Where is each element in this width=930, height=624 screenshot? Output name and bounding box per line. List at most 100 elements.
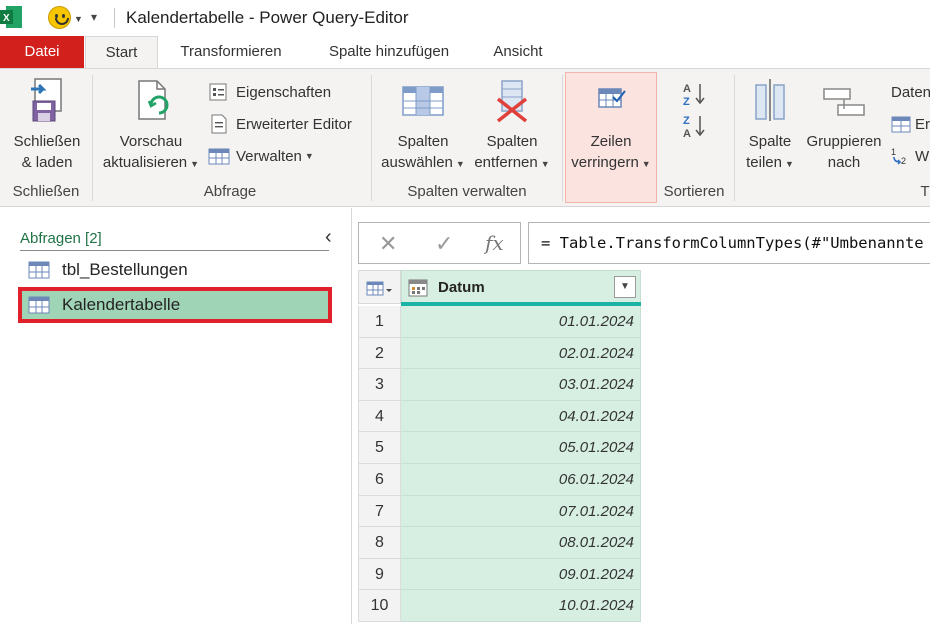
datum-cell[interactable]: 04.01.2024: [401, 400, 641, 433]
datum-cell[interactable]: 10.01.2024: [401, 590, 641, 622]
table-row[interactable]: 8 08.01.2024: [358, 527, 641, 559]
queries-pane: Abfragen [2] ‹ tbl_Bestellungen Kalender…: [0, 208, 352, 624]
collapse-pane-icon[interactable]: ‹: [325, 226, 332, 249]
chevron-down-icon: ▼: [455, 159, 465, 169]
group-label-transform: T: [920, 183, 930, 200]
table-row[interactable]: 7 07.01.2024: [358, 495, 641, 528]
table-icon: [28, 296, 50, 314]
remove-columns-button[interactable]: Spalten entfernen ▼: [468, 75, 556, 175]
filter-dropdown-icon[interactable]: ▼: [614, 276, 636, 298]
table-row[interactable]: 9 09.01.2024: [358, 558, 641, 591]
datum-cell[interactable]: 08.01.2024: [401, 527, 641, 559]
datum-cell[interactable]: 06.01.2024: [401, 464, 641, 496]
chevron-down-icon: ▼: [540, 159, 550, 169]
remove-columns-label2-row: entfernen ▼: [468, 152, 556, 175]
row-number[interactable]: 9: [358, 558, 401, 591]
tab-ansicht[interactable]: Ansicht: [478, 36, 558, 69]
row-number[interactable]: 6: [358, 464, 401, 496]
divider: [562, 75, 563, 201]
row-number[interactable]: 1: [358, 306, 401, 338]
choose-columns-button[interactable]: Spalten auswählen ▼: [378, 75, 468, 175]
datum-cell[interactable]: 09.01.2024: [401, 558, 641, 591]
table-row[interactable]: 6 06.01.2024: [358, 464, 641, 496]
datum-cell[interactable]: 03.01.2024: [401, 369, 641, 401]
choose-columns-label2-row: auswählen ▼: [378, 152, 468, 175]
split-column-icon: [748, 75, 792, 125]
row-number[interactable]: 3: [358, 369, 401, 401]
advanced-editor-button[interactable]: Erweiterter Editor: [208, 112, 352, 136]
refresh-preview-button[interactable]: Vorschau aktualisieren ▼: [100, 75, 202, 175]
date-type-icon[interactable]: [408, 279, 428, 297]
row-number[interactable]: 7: [358, 495, 401, 528]
table-row[interactable]: 5 05.01.2024: [358, 432, 641, 464]
fx-icon[interactable]: fx: [485, 231, 504, 255]
split-column-button[interactable]: Spalte teilen ▼: [740, 75, 800, 175]
close-and-load-button[interactable]: Schließen & laden: [8, 75, 86, 173]
group-label-manage-columns: Spalten verwalten: [407, 183, 527, 200]
table-row[interactable]: 4 04.01.2024: [358, 400, 641, 433]
table-row[interactable]: 10 10.01.2024: [358, 590, 641, 622]
cancel-formula-icon[interactable]: ✕: [379, 231, 397, 257]
chevron-down-icon[interactable]: ▼: [74, 14, 83, 24]
replace-values-icon: 12: [891, 146, 913, 166]
group-label-query: Abfrage: [203, 183, 257, 200]
tab-datei[interactable]: Datei: [0, 36, 84, 69]
manage-table-icon: [208, 146, 230, 166]
table-row[interactable]: 2 02.01.2024: [358, 337, 641, 370]
first-row-headers-button[interactable]: Er: [891, 112, 930, 136]
manage-button[interactable]: Verwalten ▼: [208, 144, 314, 168]
tab-start[interactable]: Start: [85, 36, 158, 69]
group-by-button[interactable]: Gruppieren nach: [802, 75, 886, 173]
chevron-down-icon: ▼: [784, 159, 794, 169]
reduce-rows-icon: [589, 75, 633, 125]
sort-descending-icon[interactable]: ZA: [683, 113, 707, 140]
row-number[interactable]: 8: [358, 527, 401, 559]
sort-ascending-icon[interactable]: AZ: [683, 81, 707, 108]
chevron-down-icon: ▼: [304, 151, 314, 161]
customize-toolbar-icon[interactable]: ▾: [91, 10, 97, 24]
confirm-formula-icon[interactable]: ✓: [435, 231, 453, 257]
row-number[interactable]: 4: [358, 400, 401, 433]
datum-cell[interactable]: 05.01.2024: [401, 432, 641, 464]
data-type-button[interactable]: Daten: [891, 80, 930, 104]
split-column-label2-row: teilen ▼: [740, 152, 800, 175]
close-and-load-label1: Schließen: [13, 133, 81, 150]
datum-cell[interactable]: 02.01.2024: [401, 337, 641, 370]
properties-icon: [208, 82, 230, 102]
divider: [20, 250, 329, 251]
reduce-rows-label2: verringern: [571, 154, 639, 171]
query-item-tbl-bestellungen[interactable]: tbl_Bestellungen: [20, 254, 330, 286]
row-number[interactable]: 2: [358, 337, 401, 370]
data-type-label: Daten: [891, 83, 930, 101]
window-title: Kalendertabelle - Power Query-Editor: [126, 8, 409, 27]
split-column-label1: Spalte: [748, 133, 792, 150]
reduce-rows-button[interactable]: Zeilen verringern ▼: [566, 75, 656, 175]
datum-cell[interactable]: 01.01.2024: [401, 306, 641, 338]
replace-values-label: W: [915, 147, 930, 165]
row-number[interactable]: 5: [358, 432, 401, 464]
table-row[interactable]: 1 01.01.2024: [358, 306, 641, 338]
tab-transformieren[interactable]: Transformieren: [162, 36, 300, 69]
chevron-down-icon: ▼: [190, 159, 200, 169]
table-menu-button[interactable]: [358, 270, 401, 304]
column-header-datum[interactable]: Datum ▼: [401, 270, 641, 304]
smiley-feedback-icon[interactable]: [48, 6, 71, 29]
svg-text:A: A: [683, 128, 691, 139]
reduce-rows-label1: Zeilen: [590, 133, 632, 150]
query-item-kalendertabelle[interactable]: Kalendertabelle: [18, 287, 332, 323]
divider: [371, 75, 372, 201]
title-bar: X ▼ ▾ Kalendertabelle - Power Query-Edit…: [0, 0, 930, 36]
refresh-label2: aktualisieren: [102, 154, 188, 171]
replace-values-button[interactable]: 12 W: [891, 144, 929, 168]
datum-cell[interactable]: 07.01.2024: [401, 495, 641, 528]
choose-columns-label1: Spalten: [397, 133, 449, 150]
table-row[interactable]: 3 03.01.2024: [358, 369, 641, 401]
advanced-editor-icon: [208, 114, 230, 134]
tab-spalte-hinzufuegen[interactable]: Spalte hinzufügen: [310, 36, 468, 69]
row-number[interactable]: 10: [358, 590, 401, 622]
svg-text:A: A: [683, 83, 691, 95]
properties-button[interactable]: Eigenschaften: [208, 80, 331, 104]
formula-input[interactable]: = Table.TransformColumnTypes(#"Umbenannt…: [528, 222, 930, 264]
chevron-down-icon: ▼: [641, 159, 651, 169]
group-by-label1: Gruppieren: [806, 133, 882, 150]
